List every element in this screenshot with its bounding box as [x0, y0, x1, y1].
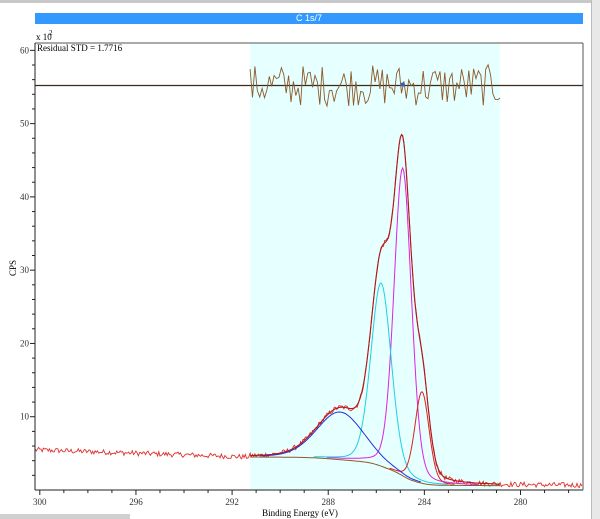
- x-axis-label: Binding Energy (eV): [262, 508, 338, 518]
- y-tick-label: 20: [20, 338, 30, 348]
- xps-spectrum-chart: 10 20 30 40 50 60 300 296 292 288 284 280 Residual …: [8, 29, 584, 518]
- y-tick-label: 50: [20, 119, 30, 129]
- residual-std-annotation: Residual STD = 1.7716: [37, 43, 123, 53]
- y-axis-label: CPS: [8, 260, 18, 276]
- x-tick-label: 292: [225, 497, 239, 507]
- peak-marker-icon: [400, 82, 405, 87]
- y-tick-label: 10: [20, 412, 30, 422]
- fit-region: [250, 43, 501, 490]
- x-tick-label: 300: [33, 497, 47, 507]
- y-tick-label: 30: [20, 265, 30, 275]
- y-tick-label: 40: [20, 192, 30, 202]
- x-tick-label: 296: [129, 497, 143, 507]
- x-tick-label: 284: [418, 497, 432, 507]
- y-multiplier-exp: 2: [49, 29, 53, 37]
- x-tick-label: 288: [321, 497, 335, 507]
- x-tick-label: 280: [514, 497, 528, 507]
- y-tick-label: 60: [20, 45, 30, 55]
